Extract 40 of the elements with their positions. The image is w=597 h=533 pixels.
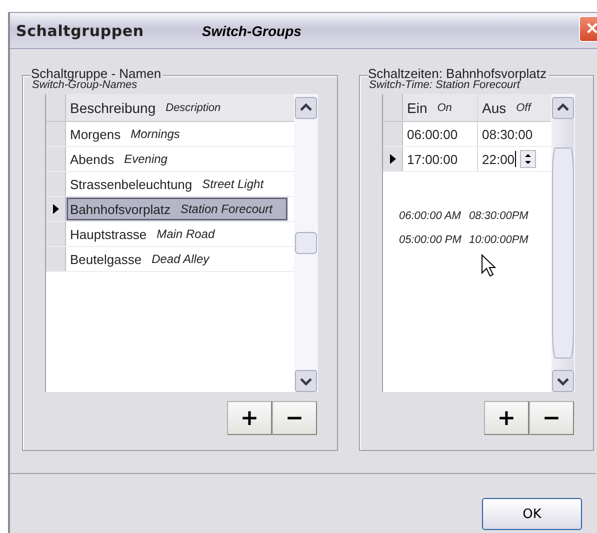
time-note: 06:00:00 AM bbox=[399, 210, 462, 222]
scroll-thumb[interactable] bbox=[295, 232, 317, 254]
time-note: 05:00:00 PM bbox=[399, 234, 462, 246]
table-cell[interactable]: 22:00 bbox=[478, 147, 551, 171]
scrollbar[interactable] bbox=[294, 94, 318, 392]
mouse-cursor-icon bbox=[481, 254, 497, 278]
window-title: Schaltgruppen bbox=[16, 22, 144, 40]
table-cell[interactable]: Bahnhofsvorplatz Station Forecourt bbox=[66, 197, 288, 221]
window-title-translation: Switch-Groups bbox=[202, 22, 302, 38]
table-cell[interactable]: Beutelgasse Dead Alley bbox=[66, 247, 288, 271]
table-cell[interactable]: Morgens Mornings bbox=[66, 122, 288, 146]
scroll-down-icon[interactable] bbox=[295, 370, 317, 392]
group-title: Schaltgruppe - Namen bbox=[31, 67, 162, 80]
table-cell[interactable]: Strassenbeleuchtung Street Light bbox=[66, 172, 288, 196]
add-button[interactable]: + bbox=[227, 401, 272, 435]
time-note: 10:00:00PM bbox=[469, 234, 528, 246]
spin-icon[interactable] bbox=[520, 150, 536, 168]
table-cell[interactable]: Hauptstrasse Main Road bbox=[66, 222, 288, 246]
current-row-icon bbox=[52, 204, 58, 214]
table-cell[interactable]: Abends Evening bbox=[66, 147, 288, 171]
current-row-icon bbox=[390, 154, 396, 164]
scroll-down-icon[interactable] bbox=[552, 370, 574, 392]
table-cell[interactable]: 06:00:00 bbox=[403, 122, 478, 146]
column-header[interactable]: Aus Off bbox=[478, 94, 551, 121]
scrollbar[interactable] bbox=[551, 94, 575, 392]
remove-button[interactable]: − bbox=[529, 401, 574, 435]
scroll-up-icon[interactable] bbox=[552, 97, 574, 119]
row-header[interactable] bbox=[46, 197, 66, 221]
scroll-up-icon[interactable] bbox=[295, 97, 317, 119]
ok-button[interactable]: OK bbox=[482, 498, 582, 530]
row-header[interactable] bbox=[383, 147, 403, 171]
time-note: 08:30:00PM bbox=[469, 210, 528, 222]
add-button[interactable]: + bbox=[484, 401, 529, 435]
group-subtitle: Switch-Time: Station Forecourt bbox=[369, 80, 520, 91]
column-header[interactable]: Ein On bbox=[403, 94, 478, 121]
table-cell[interactable]: 17:00:00 bbox=[403, 147, 478, 171]
table-cell[interactable]: 08:30:00 bbox=[478, 122, 551, 146]
group-subtitle: Switch-Group-Names bbox=[32, 80, 138, 91]
remove-button[interactable]: − bbox=[272, 401, 317, 435]
group-title: Schaltzeiten: Bahnhofsvorplatz bbox=[368, 67, 546, 80]
